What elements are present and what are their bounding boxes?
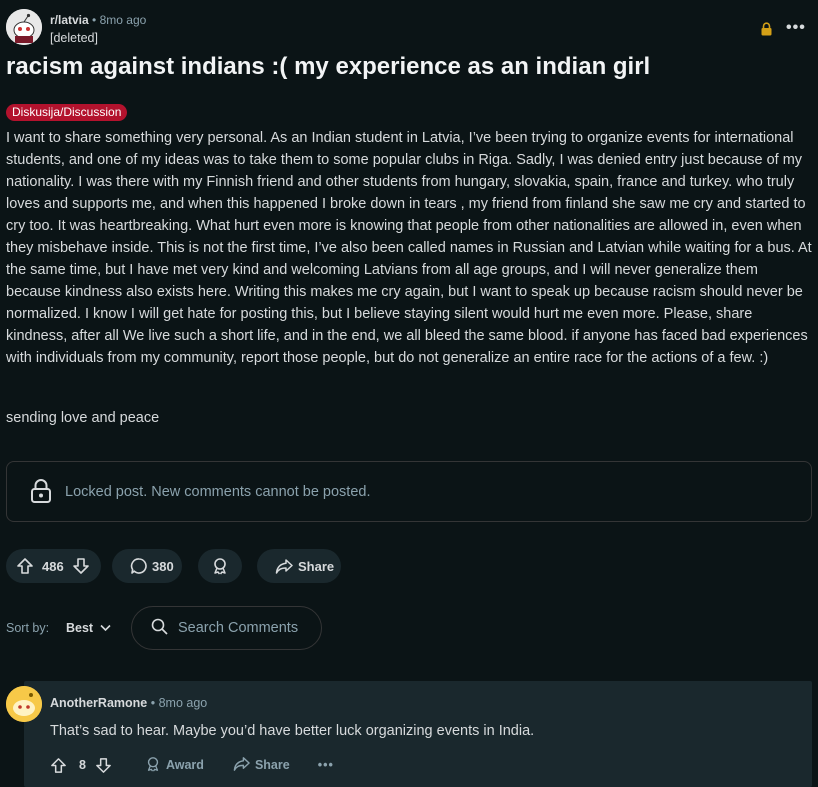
lock-icon xyxy=(760,22,773,36)
more-options-button[interactable]: ••• xyxy=(786,19,806,37)
award-label: Award xyxy=(165,758,204,772)
downvote-icon[interactable] xyxy=(95,757,112,774)
downvote-icon[interactable] xyxy=(72,557,90,575)
post-age: 8mo ago xyxy=(99,13,147,27)
comments-button[interactable]: 380 xyxy=(112,549,182,583)
comment-share-button[interactable]: Share xyxy=(233,755,290,775)
share-label: Share xyxy=(298,558,335,574)
sort-label: Sort by: xyxy=(6,621,50,635)
comment-icon xyxy=(130,557,148,575)
share-button[interactable]: Share xyxy=(257,549,341,583)
comment-search-input[interactable]: Search Comments xyxy=(131,606,322,650)
award-icon xyxy=(145,756,161,775)
post-body: I want to share something very personal.… xyxy=(6,130,812,366)
share-label: Share xyxy=(254,758,290,772)
post-author: [deleted] xyxy=(50,31,98,45)
comment-avatar[interactable] xyxy=(6,686,42,722)
comment-actions: 8 Award Share ••• xyxy=(50,755,334,775)
share-icon xyxy=(275,557,293,575)
post-title: racism against indians :( my experience … xyxy=(6,53,651,80)
award-button[interactable] xyxy=(198,549,242,583)
comment-age: 8mo ago xyxy=(158,696,208,710)
meta-separator: • xyxy=(150,696,156,710)
comment-score: 8 xyxy=(79,758,86,772)
meta-separator: • xyxy=(92,13,97,27)
upvote-icon[interactable] xyxy=(50,757,67,774)
post-signoff: sending love and peace xyxy=(6,410,160,426)
vote-control: 486 xyxy=(6,549,101,583)
post-meta: r/latvia • 8mo ago xyxy=(50,13,146,27)
search-placeholder: Search Comments xyxy=(178,620,299,636)
award-icon xyxy=(211,557,229,575)
comment-award-button[interactable]: Award xyxy=(145,756,204,775)
post-score: 486 xyxy=(42,558,64,574)
comment-text: That’s sad to hear. Maybe you’d have bet… xyxy=(50,723,535,739)
sort-value: Best xyxy=(66,621,94,635)
search-icon xyxy=(151,618,168,639)
comment-meta: AnotherRamone • 8mo ago xyxy=(50,696,207,710)
lock-icon xyxy=(29,478,53,504)
comment-author[interactable]: AnotherRamone xyxy=(50,696,147,710)
share-icon xyxy=(233,755,250,775)
subreddit-avatar[interactable] xyxy=(6,9,42,45)
sort-dropdown[interactable]: Best xyxy=(66,621,111,635)
post-flair[interactable]: Diskusija/Discussion xyxy=(6,104,128,121)
subreddit-link[interactable]: r/latvia xyxy=(50,13,89,27)
chevron-down-icon xyxy=(93,621,111,635)
locked-notice: Locked post. New comments cannot be post… xyxy=(6,461,812,522)
comment-count: 380 xyxy=(152,558,174,574)
comment-more-button[interactable]: ••• xyxy=(318,758,334,772)
locked-notice-text: Locked post. New comments cannot be post… xyxy=(65,484,371,500)
upvote-icon[interactable] xyxy=(16,557,34,575)
